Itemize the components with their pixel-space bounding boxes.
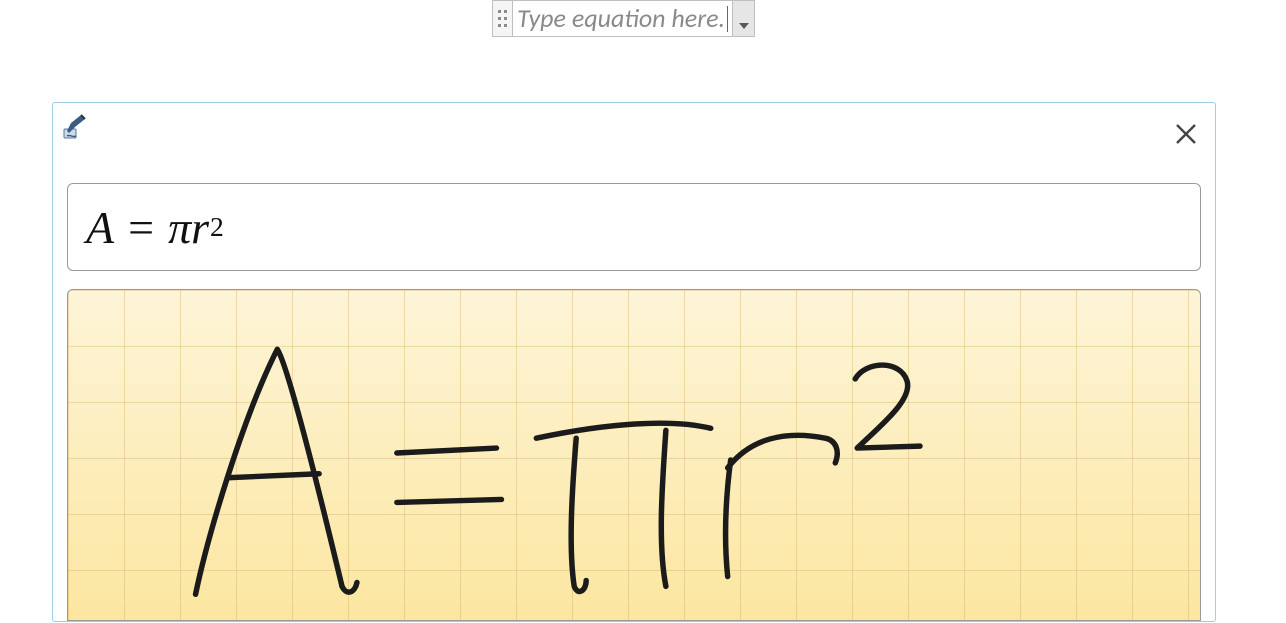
preview-A: A — [86, 201, 114, 254]
equation-preview: A = π r 2 — [86, 201, 224, 254]
ink-writing-area[interactable] — [67, 289, 1201, 621]
equation-drag-handle-icon[interactable] — [493, 1, 513, 36]
equation-placeholder-label: Type equation here. — [517, 3, 725, 34]
close-button[interactable] — [1173, 121, 1199, 147]
ink-equation-panel: A = π r 2 — [52, 102, 1216, 622]
preview-pi: π — [168, 201, 191, 254]
preview-equals: = — [128, 201, 154, 254]
equation-dropdown-button[interactable] — [732, 1, 754, 36]
ink-pen-icon — [63, 113, 93, 139]
equation-placeholder-box[interactable]: Type equation here. — [492, 0, 755, 37]
text-cursor — [727, 6, 728, 32]
equation-preview-box: A = π r 2 — [67, 183, 1201, 271]
preview-r: r — [191, 201, 209, 254]
equation-placeholder-text[interactable]: Type equation here. — [513, 1, 732, 36]
preview-exponent: 2 — [210, 211, 224, 243]
